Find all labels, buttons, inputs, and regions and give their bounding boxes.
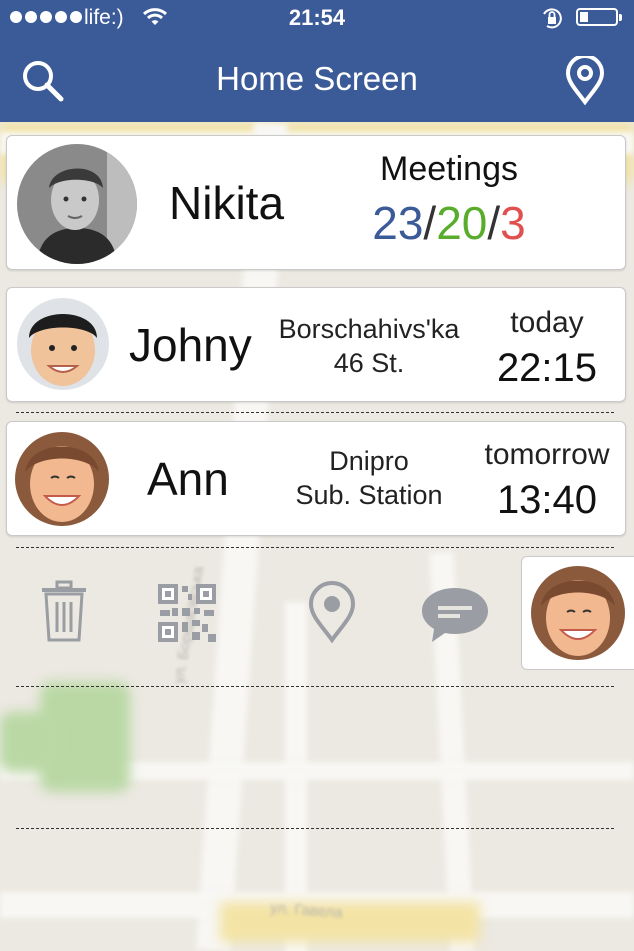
selected-contact-avatar [531, 566, 625, 660]
divider [16, 686, 614, 687]
meeting-time: 22:15 [496, 346, 598, 390]
place-line: Dnipro [329, 446, 409, 476]
status-time: 21:54 [288, 5, 346, 30]
profile-name: Nikita [169, 177, 285, 229]
contact-name: Ann [147, 453, 229, 505]
qr-code-icon[interactable] [158, 584, 216, 642]
contact-avatar [15, 432, 109, 526]
meeting-place: Borschahivs'ka 46 St. [269, 312, 469, 380]
meetings-separator: / [423, 197, 437, 249]
contact-name: Johny [129, 319, 252, 371]
trash-icon[interactable] [40, 580, 88, 642]
place-line: 46 St. [333, 348, 405, 378]
meeting-place: Dnipro Sub. Station [269, 444, 469, 512]
profile-avatar [17, 144, 137, 264]
divider [16, 828, 614, 829]
meetings-done: 20 [436, 197, 488, 249]
place-line: Sub. Station [295, 480, 443, 510]
orientation-lock-icon [543, 8, 562, 29]
chat-bubble-icon[interactable] [420, 586, 490, 644]
place-line: Borschahivs'ka [278, 314, 460, 344]
location-pin-icon[interactable] [562, 56, 608, 106]
meeting-day: tomorrow [484, 438, 610, 471]
page-title: Home Screen [216, 60, 418, 97]
location-pin-icon[interactable] [306, 580, 358, 644]
top-bar: life:) 21:54 Home Screen [0, 0, 634, 122]
selected-contact-card[interactable] [521, 556, 634, 670]
meetings-count: 23/20/3 [363, 196, 535, 250]
divider [16, 547, 614, 548]
contact-avatar [17, 298, 109, 390]
meeting-card[interactable]: Johny Borschahivs'ka 46 St. today 22:15 [6, 287, 626, 402]
meetings-missed: 3 [500, 197, 526, 249]
status-bar: life:) 21:54 [0, 0, 634, 36]
divider [16, 412, 614, 413]
meetings-separator: / [487, 197, 501, 249]
profile-card[interactable]: Nikita Meetings 23/20/3 [6, 135, 626, 270]
meetings-total: 23 [372, 197, 424, 249]
meetings-label: Meetings [380, 150, 518, 188]
battery-icon [576, 8, 622, 26]
meeting-card[interactable]: Ann Dnipro Sub. Station tomorrow 13:40 [6, 421, 626, 536]
meeting-time: 13:40 [496, 478, 598, 522]
meeting-day: today [510, 306, 584, 339]
